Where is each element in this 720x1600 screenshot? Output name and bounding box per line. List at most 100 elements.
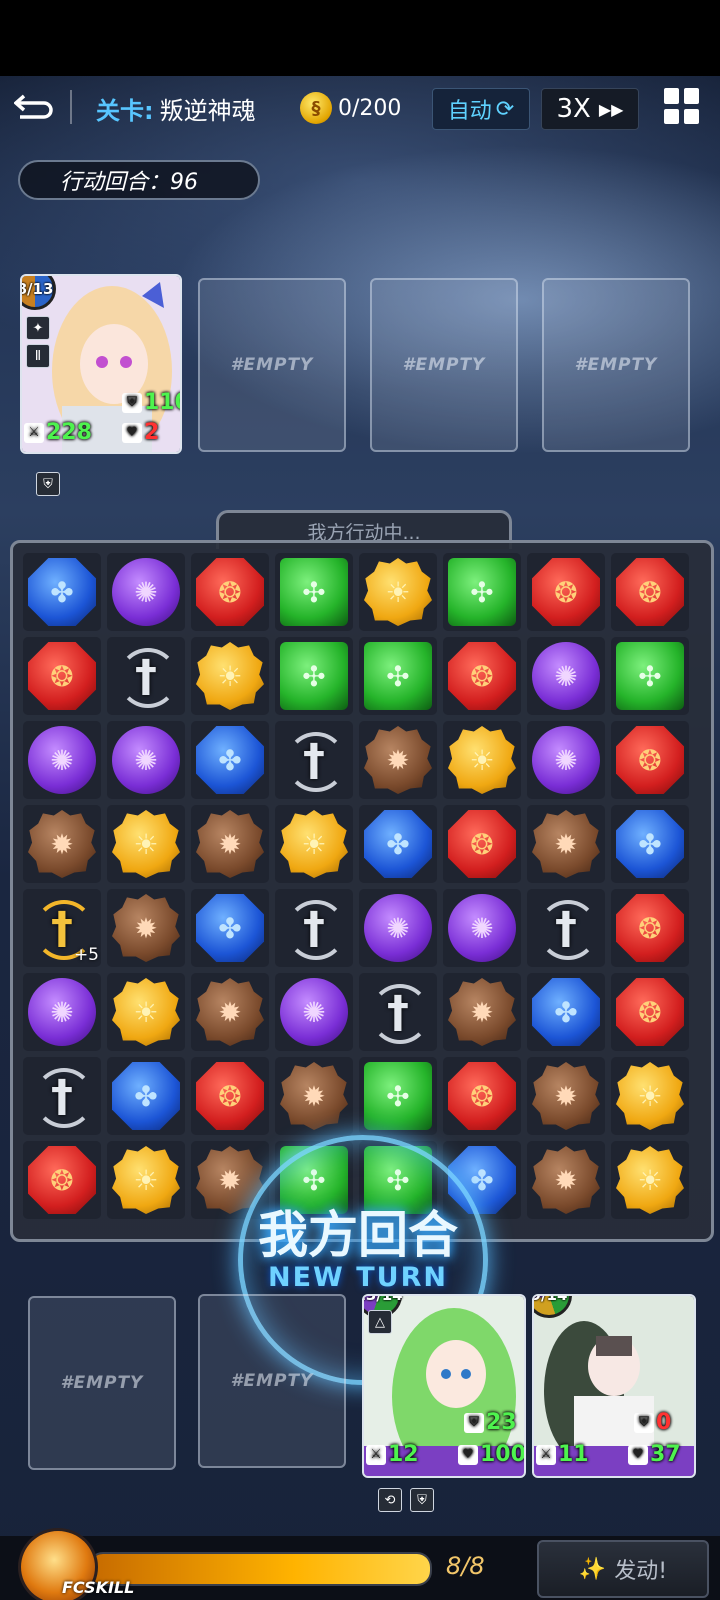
coin-icon: § — [300, 92, 332, 124]
board-cell[interactable]: ✣ — [359, 1057, 437, 1135]
board-cell[interactable]: † — [275, 721, 353, 799]
board-cell[interactable]: ✹ — [527, 1141, 605, 1219]
board-cell[interactable]: ❂ — [191, 1057, 269, 1135]
board-cell[interactable]: ✤ — [359, 805, 437, 883]
green-gem-icon: ✣ — [280, 558, 348, 626]
board-cell[interactable]: ☀ — [107, 973, 185, 1051]
back-button[interactable] — [14, 88, 58, 128]
board-cell[interactable]: ✹ — [359, 721, 437, 799]
enemy-shield-status-icon: ⛨ — [36, 472, 60, 496]
board-cell[interactable]: ☀ — [275, 805, 353, 883]
board-cell[interactable]: ✣ — [611, 637, 689, 715]
board-cell[interactable]: ✺ — [527, 637, 605, 715]
board-cell[interactable]: ✤ — [527, 973, 605, 1051]
board-cell[interactable]: ✺ — [107, 553, 185, 631]
board-cell[interactable]: † +5 — [23, 889, 101, 967]
skill-progress-bar — [88, 1552, 432, 1586]
player-hero-card-1[interactable]: 13/14 △ ⛨23 ⚔12 ♥1000 — [362, 1294, 526, 1478]
board-cell[interactable]: ✹ — [527, 1057, 605, 1135]
player-empty-slot[interactable]: #EMPTY — [28, 1296, 176, 1470]
player-hero-card-2[interactable]: 9/14 ⛨ 0 ⚔ 11 ♥ 37 — [532, 1294, 696, 1478]
board-cell[interactable]: ✹ — [191, 805, 269, 883]
back-arrow-icon — [14, 94, 53, 119]
speed-label: 3X — [556, 94, 591, 124]
enemy-empty-slot[interactable]: #EMPTY — [542, 278, 690, 452]
red-gem-icon: ❂ — [196, 1062, 264, 1130]
red-gem-icon: ❂ — [448, 1062, 516, 1130]
board-cell[interactable]: ✺ — [23, 973, 101, 1051]
board-cell[interactable]: ☀ — [359, 553, 437, 631]
heart-icon: ♥ — [458, 1444, 478, 1465]
enemy-hero-attack: ⚔ 228 — [24, 420, 92, 445]
board-cell[interactable]: ✺ — [359, 889, 437, 967]
speed-button[interactable]: 3X ▶▶ — [541, 88, 639, 130]
player-empty-slot[interactable]: #EMPTY — [198, 1294, 346, 1468]
player-hero-2-hp: ♥ 37 — [628, 1442, 681, 1467]
board-cell[interactable]: ✹ — [275, 1057, 353, 1135]
board-cell[interactable]: ✣ — [275, 553, 353, 631]
player-hero-1-attack: ⚔ 12 — [366, 1442, 419, 1467]
board-cell[interactable]: ❂ — [191, 553, 269, 631]
board-cell[interactable]: ✺ — [23, 721, 101, 799]
board-cell[interactable]: ✺ — [107, 721, 185, 799]
auto-button[interactable]: 自动 ⟳ — [432, 88, 530, 130]
board-cell[interactable]: ❂ — [23, 637, 101, 715]
red-gem-icon: ❂ — [448, 642, 516, 710]
board-cell[interactable]: ✤ — [191, 721, 269, 799]
board-cell[interactable]: ☀ — [611, 1057, 689, 1135]
sword-gem-icon: † — [532, 894, 600, 962]
new-turn-title: 我方回合 — [258, 1206, 458, 1264]
fast-forward-icon: ▶▶ — [598, 99, 624, 119]
board-cell[interactable]: ☀ — [191, 637, 269, 715]
board-cell[interactable]: ❂ — [611, 721, 689, 799]
board-cell[interactable]: ✤ — [107, 1057, 185, 1135]
gold-gem-icon: ☀ — [448, 726, 516, 794]
board-cell[interactable]: ❂ — [611, 889, 689, 967]
board-cell[interactable]: ☀ — [443, 721, 521, 799]
purple-gem-icon: ✺ — [112, 558, 180, 626]
board-cell[interactable]: ✣ — [275, 637, 353, 715]
board-cell[interactable]: ❂ — [443, 1057, 521, 1135]
board-cell[interactable]: ✣ — [359, 637, 437, 715]
shield-icon: ⛨ — [464, 1412, 484, 1433]
board-cell[interactable]: ❂ — [443, 805, 521, 883]
board-cell[interactable]: † — [107, 637, 185, 715]
board-cell[interactable]: † — [23, 1057, 101, 1135]
board-cell[interactable]: ✹ — [107, 889, 185, 967]
board-cell[interactable]: ☀ — [611, 1141, 689, 1219]
board-cell[interactable]: ✺ — [275, 973, 353, 1051]
board-cell[interactable]: ☀ — [107, 805, 185, 883]
enemy-empty-slot[interactable]: #EMPTY — [370, 278, 518, 452]
level-prefix: 关卡: — [96, 96, 154, 125]
board-cell[interactable]: ❂ — [611, 553, 689, 631]
shield-status-icon: ⛨ — [410, 1488, 434, 1512]
board-cell[interactable]: † — [527, 889, 605, 967]
board-cell[interactable]: ✤ — [23, 553, 101, 631]
class-icon: ✦ — [26, 316, 50, 340]
board-cell[interactable]: † — [359, 973, 437, 1051]
menu-grid-button[interactable] — [664, 88, 700, 124]
game-screen: 关卡: 叛逆神魂 § 0/200 自动 ⟳ 3X ▶▶ 行动回合：96 8/13… — [0, 0, 720, 1600]
board-cell[interactable]: ✹ — [23, 805, 101, 883]
board-cell[interactable]: ✣ — [443, 553, 521, 631]
launch-button[interactable]: ✨ 发动! — [537, 1540, 709, 1598]
board-cell[interactable]: ✺ — [443, 889, 521, 967]
board-cell[interactable]: † — [275, 889, 353, 967]
board-cell[interactable]: ❂ — [443, 637, 521, 715]
brown-gem-icon: ✹ — [448, 978, 516, 1046]
board-cell[interactable]: ✤ — [191, 889, 269, 967]
board-cell[interactable]: ❂ — [527, 553, 605, 631]
brown-gem-icon: ✹ — [532, 1146, 600, 1214]
board-cell[interactable]: ✹ — [191, 973, 269, 1051]
red-gem-icon: ❂ — [616, 558, 684, 626]
board-cell[interactable]: ❂ — [611, 973, 689, 1051]
board-cell[interactable]: ☀ — [107, 1141, 185, 1219]
enemy-empty-slot[interactable]: #EMPTY — [198, 278, 346, 452]
skill-progress-fill — [90, 1554, 430, 1584]
board-cell[interactable]: ✤ — [611, 805, 689, 883]
board-cell[interactable]: ✹ — [527, 805, 605, 883]
board-cell[interactable]: ✹ — [443, 973, 521, 1051]
enemy-hero-card[interactable]: 8/13 ✦ Ⅱ ⛨110 ⚔228 ♥2 — [20, 274, 182, 454]
board-cell[interactable]: ✺ — [527, 721, 605, 799]
board-cell[interactable]: ❂ — [23, 1141, 101, 1219]
